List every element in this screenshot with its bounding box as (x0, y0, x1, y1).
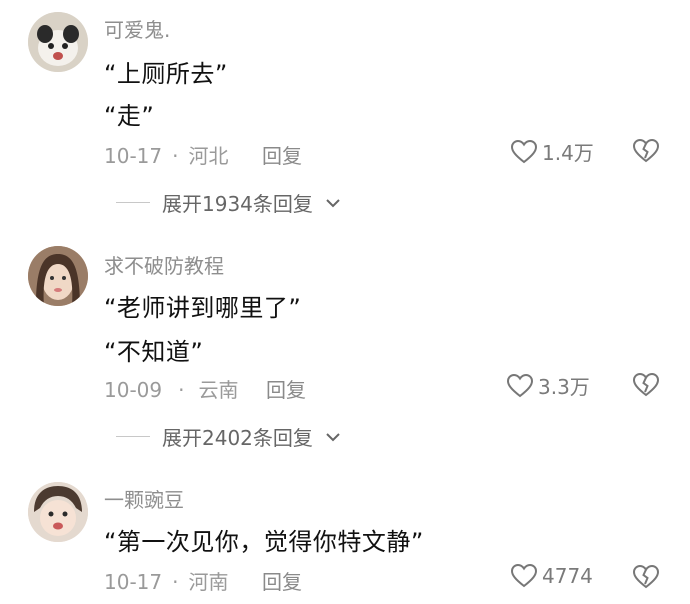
comment-location: 云南 (198, 378, 239, 402)
expand-replies-label: 展开1934条回复 (162, 192, 313, 216)
divider-dash (116, 436, 150, 437)
comment-location: 河北 (188, 144, 229, 168)
reply-button[interactable]: 回复 (266, 374, 306, 403)
broken-heart-icon (632, 372, 660, 398)
separator-dot: · (172, 144, 179, 168)
like-count: 4774 (542, 564, 593, 588)
username[interactable]: 求不破防教程 (104, 250, 224, 279)
comment-date: 10-09 (104, 378, 163, 402)
dislike-button[interactable] (632, 138, 660, 164)
like-button[interactable]: 4774 (510, 563, 593, 589)
heart-outline-icon (510, 139, 538, 165)
chevron-down-icon (325, 432, 341, 442)
username[interactable]: 一颗豌豆 (104, 484, 184, 513)
comment-text-line: “老师讲到哪里了” (104, 294, 302, 322)
reply-button[interactable]: 回复 (262, 566, 302, 595)
broken-heart-icon (632, 138, 660, 164)
like-count: 3.3万 (538, 375, 590, 399)
username[interactable]: 可爱鬼. (104, 14, 170, 43)
expand-replies-label: 展开2402条回复 (162, 426, 313, 450)
comment-text-line: “上厕所去” (104, 60, 228, 88)
chevron-down-icon (325, 198, 341, 208)
comment-text-line: “第一次见你，觉得你特文静” (104, 528, 424, 556)
avatar[interactable] (28, 482, 88, 542)
comment-meta: 10-17 · 河南 (104, 566, 228, 595)
like-count: 1.4万 (542, 141, 594, 165)
like-button[interactable]: 1.4万 (510, 137, 594, 166)
dislike-button[interactable] (632, 564, 660, 590)
heart-outline-icon (506, 373, 534, 399)
comment-date: 10-17 (104, 570, 163, 594)
reply-button[interactable]: 回复 (262, 140, 302, 169)
comment-meta: 10-09 · 云南 (104, 374, 238, 403)
comment-location: 河南 (188, 570, 229, 594)
comment-text-line: “走” (104, 102, 155, 130)
divider-dash (116, 202, 150, 203)
separator-dot: · (178, 378, 185, 402)
comment-meta: 10-17 · 河北 (104, 140, 228, 169)
comment-date: 10-17 (104, 144, 163, 168)
broken-heart-icon (632, 564, 660, 590)
expand-replies-button[interactable]: 展开1934条回复 (116, 188, 341, 217)
dislike-button[interactable] (632, 372, 660, 398)
avatar[interactable] (28, 12, 88, 72)
like-button[interactable]: 3.3万 (506, 371, 590, 400)
heart-outline-icon (510, 563, 538, 589)
avatar[interactable] (28, 246, 88, 306)
expand-replies-button[interactable]: 展开2402条回复 (116, 422, 341, 451)
separator-dot: · (172, 570, 179, 594)
comment-text-line: “不知道” (104, 338, 204, 366)
